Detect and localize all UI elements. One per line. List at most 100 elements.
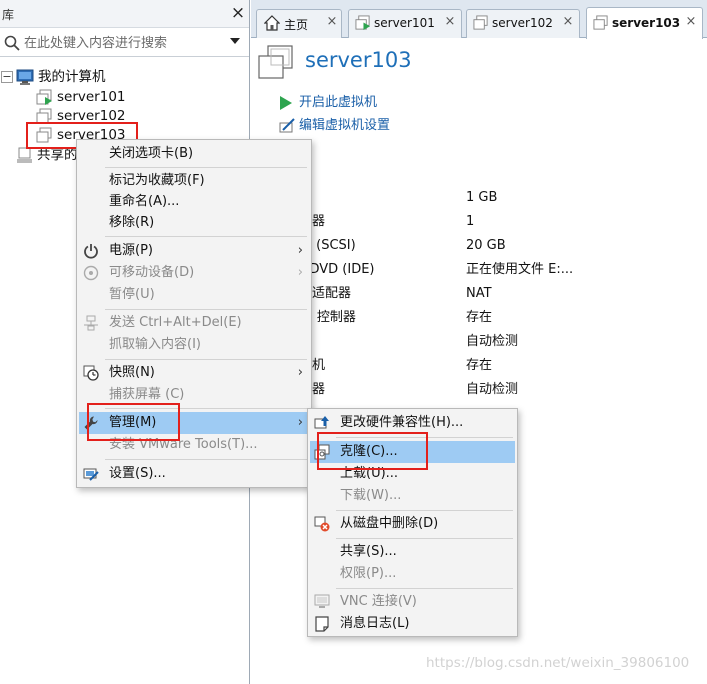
device-memory-value: 1 GB [466,190,498,205]
tab-server101[interactable]: server101 × [348,9,462,38]
message-log-icon [315,616,329,632]
power-icon [84,244,98,259]
menu-label: 发送 Ctrl+Alt+Del(E) [109,315,242,330]
menu-label: 电源(P) [109,243,153,258]
search-input[interactable] [24,33,224,53]
menu-separator [105,236,307,237]
device-usb-controller-value: 存在 [466,310,493,325]
menu-message-log[interactable]: 消息日志(L) [310,613,515,635]
menu-separator [336,538,513,539]
keyboard-network-icon [84,315,98,331]
device-network-adapter-value: NAT [466,286,492,301]
tab-bar: 主页 × server101 × server102 × server103 × [251,0,707,39]
menu-vnc-connection[interactable]: VNC 连接(V) [310,591,515,613]
menu-label: 权限(P)... [340,566,397,581]
library-title-bar: 库 × [0,0,249,28]
device-printer-value: 存在 [466,358,493,373]
device-hard-disk-value: 20 GB [466,238,506,253]
home-icon [264,15,280,31]
tab-server102[interactable]: server102 × [466,9,580,38]
menu-grab-input[interactable]: 抓取输入内容(I) [79,334,309,356]
menu-label: 关闭选项卡(B) [109,146,194,161]
menu-label: 重命名(A)... [109,194,180,209]
device-sound-card-value: 自动检测 [466,334,519,349]
vm-running-icon [355,15,371,31]
vm-running-icon [36,89,52,105]
tab-server103[interactable]: server103 × [586,7,703,39]
search-icon [4,35,20,51]
edit-settings-icon [279,118,295,133]
menu-label: 设置(S)... [109,466,166,481]
library-title: 库 [2,8,15,22]
close-tab-icon[interactable]: × [325,15,339,29]
tab-label: server101 [374,16,435,30]
play-icon [280,96,292,110]
snapshot-clock-icon [83,365,99,381]
vm-title: server103 [305,48,412,72]
power-on-label: 开启此虚拟机 [299,95,378,110]
hardware-upgrade-icon [314,416,329,429]
menu-pause[interactable]: 暂停(U) [79,284,309,306]
library-close-icon[interactable]: × [229,3,247,23]
menu-label: 快照(N) [109,365,155,380]
tab-label: server102 [492,16,553,30]
delete-vm-icon [314,516,330,532]
menu-power[interactable]: 电源(P) › [79,240,309,262]
menu-download[interactable]: 下载(W)... [310,485,515,507]
menu-close-tab[interactable]: 关闭选项卡(B) [79,143,309,165]
tree-collapse-icon[interactable]: − [1,71,13,83]
annotation-box-manage [87,403,180,441]
submenu-arrow-icon: › [297,265,303,280]
menu-separator [105,309,307,310]
menu-permissions[interactable]: 权限(P)... [310,563,515,585]
menu-share[interactable]: 共享(S)... [310,541,515,563]
menu-label: 更改硬件兼容性(H)... [340,415,464,430]
menu-label: 消息日志(L) [340,616,410,631]
vm-large-icon [258,45,293,79]
menu-send-ctrl-alt-del[interactable]: 发送 Ctrl+Alt+Del(E) [79,312,309,334]
device-display-value: 自动检测 [466,382,519,397]
vm-icon [593,15,608,30]
menu-label: 可移动设备(D) [109,265,195,280]
disc-icon [83,265,99,281]
vnc-monitor-icon [314,594,330,608]
close-tab-icon[interactable]: × [684,15,698,29]
menu-label: VNC 连接(V) [340,594,417,609]
menu-add-favorite[interactable]: 标记为收藏项(F) [79,170,309,192]
menu-change-hardware-compat[interactable]: 更改硬件兼容性(H)... [310,412,515,434]
submenu-arrow-icon: › [297,365,303,380]
menu-separator [336,588,513,589]
close-tab-icon[interactable]: × [443,15,457,29]
tab-label: server103 [612,16,681,30]
menu-separator [105,167,307,168]
tree-label-server101: server101 [57,89,126,105]
device-processor-value: 1 [466,214,475,229]
menu-remove[interactable]: 移除(R) [79,212,309,234]
menu-separator [105,459,307,460]
menu-label: 移除(R) [109,215,155,230]
vm-icon [473,15,488,30]
menu-separator [336,510,513,511]
menu-label: 标记为收藏项(F) [109,173,205,188]
menu-label: 暂停(U) [109,287,155,302]
watermark: https://blog.csdn.net/weixin_39806100 [426,655,690,671]
menu-delete-from-disk[interactable]: 从磁盘中删除(D) [310,513,515,535]
menu-label: 从磁盘中删除(D) [340,516,439,531]
tab-label: 主页 [284,18,309,32]
edit-settings-label: 编辑虚拟机设置 [299,118,391,133]
menu-settings[interactable]: 设置(S)... [79,463,309,485]
menu-label: 下载(W)... [340,488,402,503]
settings-icon [83,468,99,481]
menu-removable-devices[interactable]: 可移动设备(D) › [79,262,309,284]
tree-label-my-computer: 我的计算机 [38,69,106,85]
submenu-arrow-icon: › [297,415,303,430]
menu-label: 抓取输入内容(I) [109,337,201,352]
close-tab-icon[interactable]: × [561,15,575,29]
tab-home[interactable]: 主页 × [256,9,342,38]
menu-rename[interactable]: 重命名(A)... [79,191,309,213]
menu-label: 共享(S)... [340,544,397,559]
menu-snapshot[interactable]: 快照(N) › [79,362,309,384]
search-dropdown-icon[interactable] [230,38,240,44]
shared-vms-icon [17,147,32,163]
submenu-arrow-icon: › [297,243,303,258]
